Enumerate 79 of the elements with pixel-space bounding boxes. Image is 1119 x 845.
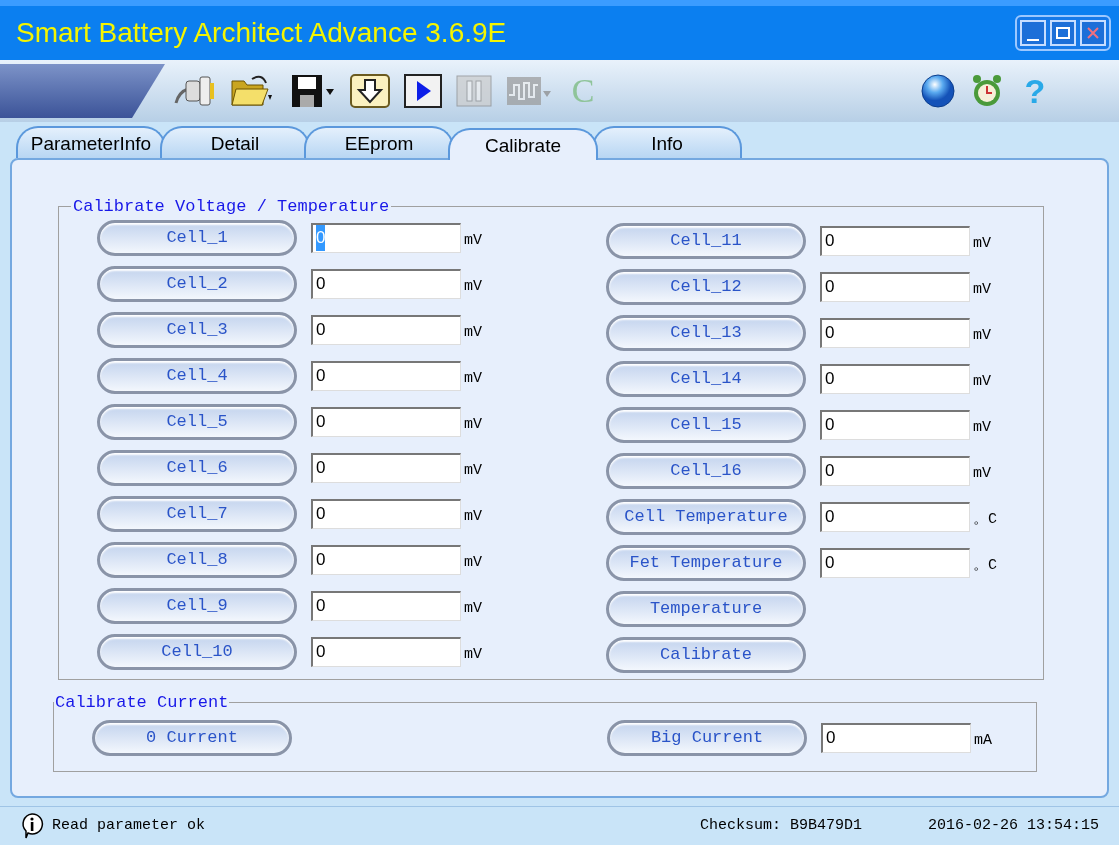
unit-label: 。C xyxy=(973,556,997,577)
pill-button[interactable]: 0 Current xyxy=(92,719,292,756)
input-field[interactable]: 0 xyxy=(311,636,461,667)
unit-label: mV xyxy=(464,645,482,666)
unit-label: mV xyxy=(973,372,991,393)
unit-label: 。C xyxy=(973,510,997,531)
pill-button[interactable]: Cell_8 xyxy=(97,541,297,578)
download-arrow-icon[interactable] xyxy=(350,74,390,108)
input-field[interactable]: 0 xyxy=(820,455,970,486)
minimize-button[interactable] xyxy=(1020,20,1046,46)
pill-button[interactable]: Cell_3 xyxy=(97,311,297,348)
play-icon[interactable] xyxy=(404,74,442,108)
input-field[interactable]: 0 xyxy=(311,406,461,437)
sphere-icon[interactable] xyxy=(920,73,956,109)
close-button[interactable] xyxy=(1080,20,1106,46)
group-title: Calibrate Current xyxy=(54,692,230,714)
unit-label: mV xyxy=(464,507,482,528)
pill-button[interactable]: Fet Temperature xyxy=(606,544,806,581)
pill-button[interactable]: Cell_4 xyxy=(97,357,297,394)
unit-label: mV xyxy=(464,277,482,298)
pill-button[interactable]: Cell_13 xyxy=(606,314,806,351)
pill-button[interactable]: Cell_12 xyxy=(606,268,806,305)
status-message: Read parameter ok xyxy=(52,815,206,836)
close-icon xyxy=(1086,26,1100,40)
status-datetime: 2016-02-26 13:54:15 xyxy=(927,815,1099,836)
unit-label: mV xyxy=(464,599,482,620)
input-field[interactable]: 0 xyxy=(311,314,461,345)
unit-label: mV xyxy=(464,369,482,390)
input-field[interactable]: 0 xyxy=(311,590,461,621)
alarm-clock-icon[interactable] xyxy=(970,73,1004,109)
pill-button[interactable]: Cell_9 xyxy=(97,587,297,624)
input-field[interactable]: 0 xyxy=(820,271,970,302)
unit-label: mV xyxy=(464,461,482,482)
unit-label: mV xyxy=(464,231,482,252)
input-field[interactable]: 0 xyxy=(820,225,970,256)
tab[interactable]: Info xyxy=(592,126,742,158)
tab[interactable]: Calibrate xyxy=(448,128,598,160)
input-field[interactable]: 0 xyxy=(820,317,970,348)
pill-button[interactable]: Cell_1 xyxy=(97,219,297,256)
unit-label: mV xyxy=(973,280,991,301)
pill-button[interactable]: Cell_14 xyxy=(606,360,806,397)
plug-icon[interactable] xyxy=(172,73,216,109)
unit-label: mV xyxy=(973,464,991,485)
info-icon xyxy=(20,812,44,840)
pill-button[interactable]: Cell_2 xyxy=(97,265,297,302)
unit-label: mV xyxy=(973,234,991,255)
window-title: Smart Battery Architect Advance 3.6.9E xyxy=(16,19,507,47)
unit-label: mV xyxy=(464,553,482,574)
input-field[interactable]: 0 xyxy=(311,360,461,391)
unit-label: mV xyxy=(464,415,482,436)
pill-button[interactable]: Cell_10 xyxy=(97,633,297,670)
input-field[interactable]: 0 xyxy=(820,363,970,394)
pill-button[interactable]: Cell_5 xyxy=(97,403,297,440)
pill-button[interactable]: Cell_11 xyxy=(606,222,806,259)
input-field[interactable]: 0 xyxy=(821,722,971,753)
maximize-button[interactable] xyxy=(1050,20,1076,46)
input-field[interactable]: 0 xyxy=(820,501,970,532)
group-title: Calibrate Voltage / Temperature xyxy=(72,196,391,218)
input-field[interactable]: 0 xyxy=(311,222,461,253)
input-field[interactable]: 0 xyxy=(311,268,461,299)
pill-button[interactable]: Cell_15 xyxy=(606,406,806,443)
input-field[interactable]: 0 xyxy=(820,547,970,578)
pill-button[interactable]: Cell Temperature xyxy=(606,498,806,535)
unit-label: mV xyxy=(973,326,991,347)
pill-button[interactable]: Cell_7 xyxy=(97,495,297,532)
pill-button[interactable]: Temperature xyxy=(606,590,806,627)
tab[interactable]: EEprom xyxy=(304,126,454,158)
input-field[interactable]: 0 xyxy=(820,409,970,440)
pill-button[interactable]: Big Current xyxy=(607,719,807,756)
input-field[interactable]: 0 xyxy=(311,452,461,483)
input-field[interactable]: 0 xyxy=(311,544,461,575)
input-field[interactable]: 0 xyxy=(311,498,461,529)
unit-label: mV xyxy=(973,418,991,439)
unit-label: mV xyxy=(464,323,482,344)
checksum-text: Checksum: B9B479D1 xyxy=(699,815,862,836)
pill-button[interactable]: Calibrate xyxy=(606,636,806,673)
pill-button[interactable]: Cell_16 xyxy=(606,452,806,489)
unit-label: mA xyxy=(974,731,992,752)
pill-button[interactable]: Cell_6 xyxy=(97,449,297,486)
